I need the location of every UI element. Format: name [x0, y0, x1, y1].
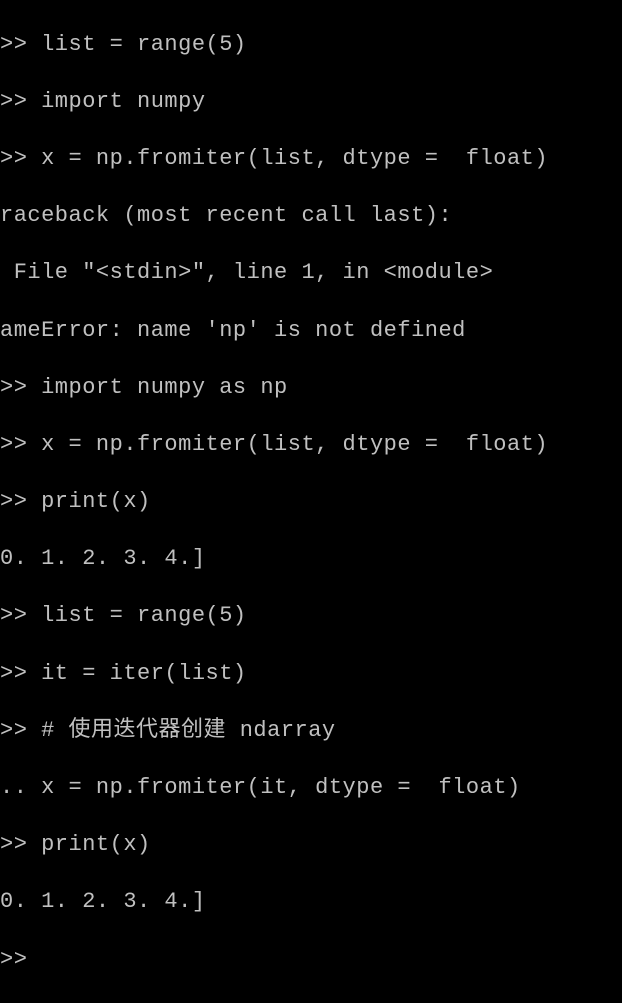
- terminal-line: >> it = iter(list): [0, 660, 622, 689]
- terminal-line: raceback (most recent call last):: [0, 202, 622, 231]
- terminal-line: >> print(x): [0, 488, 622, 517]
- terminal-output[interactable]: >> list = range(5) >> import numpy >> x …: [0, 0, 622, 1003]
- terminal-line: 0. 1. 2. 3. 4.]: [0, 888, 622, 917]
- terminal-line: ameError: name 'np' is not defined: [0, 317, 622, 346]
- terminal-line: >> import numpy as np: [0, 374, 622, 403]
- terminal-line: >> # 使用迭代器创建 ndarray: [0, 717, 622, 746]
- terminal-line: >> print(x): [0, 831, 622, 860]
- terminal-line: >> list = range(5): [0, 31, 622, 60]
- terminal-line: 0. 1. 2. 3. 4.]: [0, 545, 622, 574]
- terminal-line: .. x = np.fromiter(it, dtype = float): [0, 774, 622, 803]
- terminal-line: File "<stdin>", line 1, in <module>: [0, 259, 622, 288]
- terminal-line: >> import numpy: [0, 88, 622, 117]
- terminal-line: >> list = range(5): [0, 602, 622, 631]
- terminal-line: >> x = np.fromiter(list, dtype = float): [0, 145, 622, 174]
- terminal-line: >> x = np.fromiter(list, dtype = float): [0, 431, 622, 460]
- terminal-line: >>: [0, 946, 622, 975]
